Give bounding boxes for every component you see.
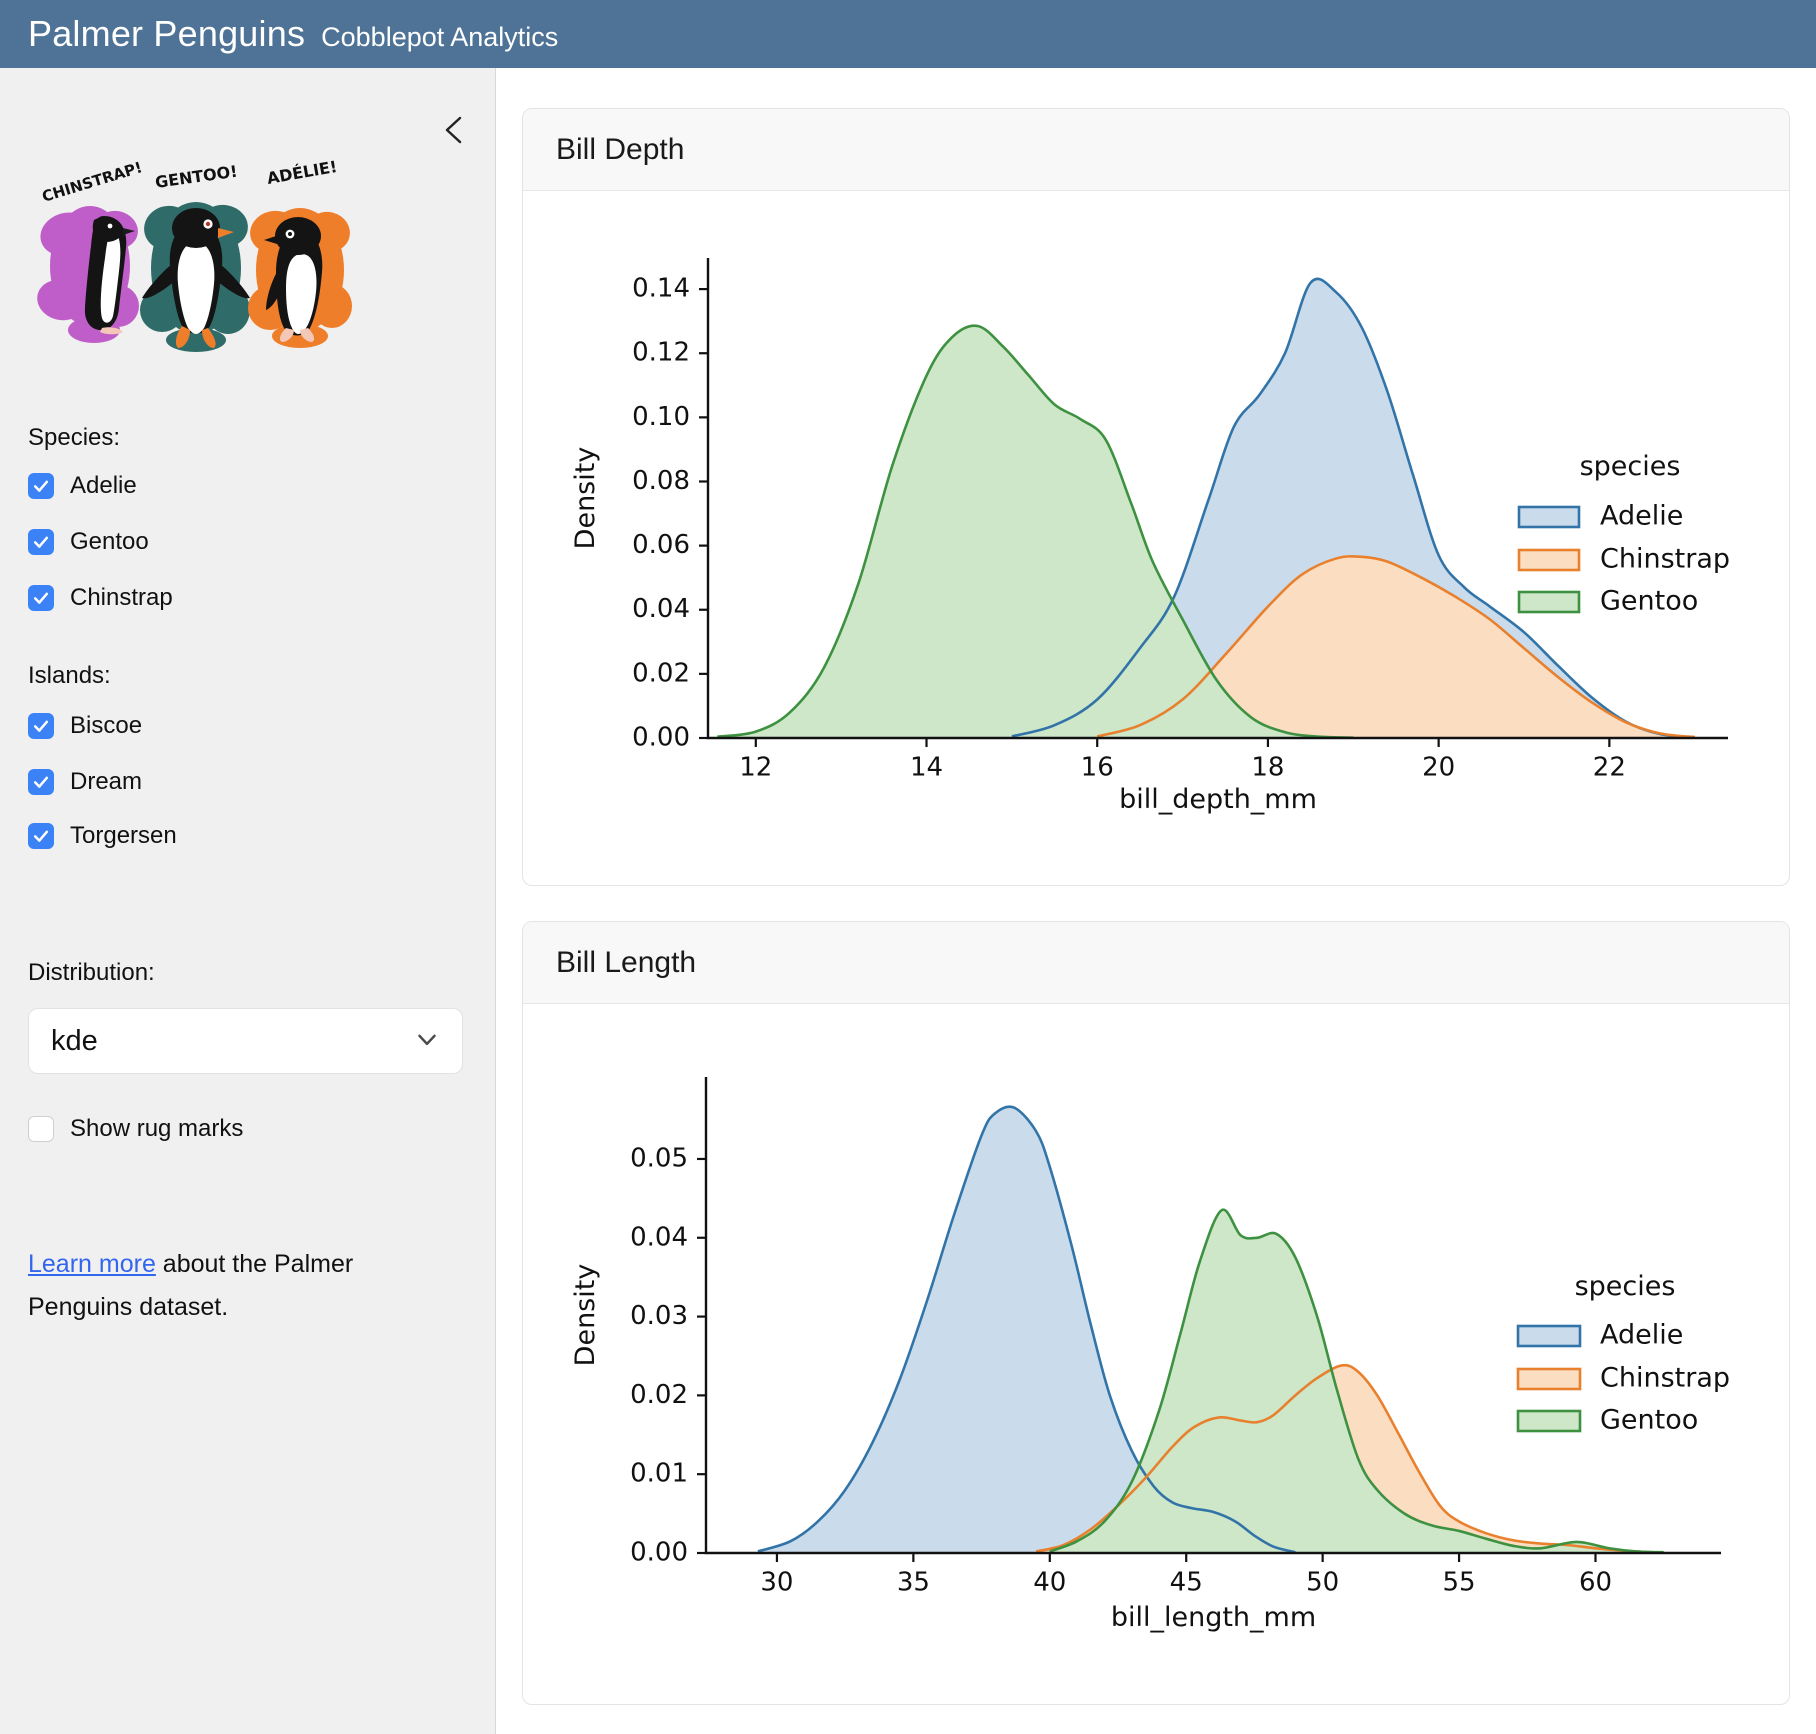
x-tick-label: 35 xyxy=(897,1568,930,1598)
y-tick-label: 0.12 xyxy=(632,338,690,368)
legend-swatch-gentoo xyxy=(1519,592,1579,612)
checkbox-adelie[interactable] xyxy=(28,473,54,499)
distribution-selected-value: kde xyxy=(51,1025,98,1058)
kde-plot-bill-depth[interactable]: 12 14 16 18 20 22 0.00 0.02 0.04 0.06 0.08 0.10 0.12… xyxy=(523,191,1789,886)
x-tick-label: 40 xyxy=(1033,1568,1066,1598)
legend-label-gentoo: Gentoo xyxy=(1600,1405,1698,1436)
checkbox-chinstrap[interactable] xyxy=(28,585,54,611)
y-tick-label: 0.02 xyxy=(632,658,690,688)
main-content: Bill Depth 12 14 16 18 20 22 0.00 0.02 0.04 0.06 0… xyxy=(496,68,1816,1734)
x-tick-label: 18 xyxy=(1251,753,1284,783)
checkbox-label-torgersen: Torgersen xyxy=(70,822,177,850)
y-tick-label: 0.03 xyxy=(630,1301,688,1331)
x-tick-label: 12 xyxy=(739,753,772,783)
legend-swatch-adelie xyxy=(1519,507,1579,527)
checkbox-biscoe[interactable] xyxy=(28,713,54,739)
checkbox-label-show-rug-marks: Show rug marks xyxy=(70,1115,243,1143)
x-tick-label: 16 xyxy=(1081,753,1114,783)
card-bill-length: Bill Length 30 35 40 45 50 55 60 0.00 0.01 0.02 0.… xyxy=(522,921,1790,1705)
app-header: Palmer Penguins Cobblepot Analytics xyxy=(0,0,1816,68)
y-tick-label: 0.00 xyxy=(630,1538,688,1568)
y-tick-label: 0.06 xyxy=(632,530,690,560)
x-tick-label: 22 xyxy=(1593,753,1626,783)
learn-more-link[interactable]: Learn more xyxy=(28,1250,156,1278)
x-tick-label: 20 xyxy=(1422,753,1455,783)
chevron-down-icon xyxy=(414,1026,440,1057)
checkbox-row-show-rug-marks[interactable]: Show rug marks xyxy=(28,1113,243,1145)
legend-swatch-gentoo xyxy=(1518,1411,1580,1431)
checkbox-label-gentoo: Gentoo xyxy=(70,528,149,556)
x-tick-label: 55 xyxy=(1443,1568,1476,1598)
app-body: CHINSTRAP! GENTOO! ADÉLIE! Species: Adel… xyxy=(0,68,1816,1734)
checkbox-row-dream[interactable]: Dream xyxy=(28,766,142,798)
card-header-bill-depth: Bill Depth xyxy=(523,109,1789,191)
y-axis-label: Density xyxy=(570,447,601,550)
checkbox-label-biscoe: Biscoe xyxy=(70,712,142,740)
card-body-bill-depth: 12 14 16 18 20 22 0.00 0.02 0.04 0.06 0.08 0.10 0.12… xyxy=(523,191,1789,886)
x-axis-label: bill_length_mm xyxy=(1111,1602,1316,1633)
y-tick-label: 0.05 xyxy=(630,1143,688,1173)
legend-label-chinstrap: Chinstrap xyxy=(1600,544,1730,575)
distribution-select[interactable]: kde xyxy=(28,1008,463,1074)
legend-label-adelie: Adelie xyxy=(1600,1320,1683,1351)
checkbox-dream[interactable] xyxy=(28,769,54,795)
y-tick-label: 0.10 xyxy=(632,402,690,432)
x-tick-label: 14 xyxy=(910,753,943,783)
artwork-label-adelie: ADÉLIE! xyxy=(265,158,338,188)
legend-label-chinstrap: Chinstrap xyxy=(1600,1363,1730,1394)
y-axis-label: Density xyxy=(570,1264,601,1367)
checkbox-row-biscoe[interactable]: Biscoe xyxy=(28,710,142,742)
artwork-label-gentoo: GENTOO! xyxy=(154,162,239,192)
artwork-label-chinstrap: CHINSTRAP! xyxy=(40,158,144,206)
legend-swatch-chinstrap xyxy=(1518,1369,1580,1389)
distribution-label: Distribution: xyxy=(28,959,155,987)
species-group-label: Species: xyxy=(28,424,120,452)
x-tick-label: 45 xyxy=(1170,1568,1203,1598)
checkbox-row-gentoo[interactable]: Gentoo xyxy=(28,526,149,558)
y-tick-label: 0.14 xyxy=(632,274,690,304)
checkbox-label-dream: Dream xyxy=(70,768,142,796)
legend-label-gentoo: Gentoo xyxy=(1600,586,1698,617)
y-tick-label: 0.04 xyxy=(632,594,690,624)
y-tick-label: 0.02 xyxy=(630,1380,688,1410)
checkbox-row-chinstrap[interactable]: Chinstrap xyxy=(28,582,173,614)
islands-group-label: Islands: xyxy=(28,662,111,690)
checkbox-label-adelie: Adelie xyxy=(70,472,137,500)
legend-title: species xyxy=(1575,1271,1676,1302)
checkbox-row-torgersen[interactable]: Torgersen xyxy=(28,820,177,852)
kde-plot-bill-length[interactable]: 30 35 40 45 50 55 60 0.00 0.01 0.02 0.03 0.04 0.05 De… xyxy=(523,1004,1789,1705)
app-title: Palmer Penguins xyxy=(28,13,305,55)
card-title-bill-length: Bill Length xyxy=(556,946,696,980)
checkbox-torgersen[interactable] xyxy=(28,823,54,849)
palmer-penguins-artwork: CHINSTRAP! GENTOO! ADÉLIE! xyxy=(28,158,358,358)
checkbox-gentoo[interactable] xyxy=(28,529,54,555)
y-tick-label: 0.08 xyxy=(632,466,690,496)
x-axis-label: bill_depth_mm xyxy=(1119,784,1317,815)
x-tick-label: 60 xyxy=(1579,1568,1612,1598)
y-tick-label: 0.00 xyxy=(632,723,690,753)
x-tick-label: 30 xyxy=(760,1568,793,1598)
legend-swatch-chinstrap xyxy=(1519,550,1579,570)
chevron-left-icon[interactable] xyxy=(436,110,476,150)
checkbox-label-chinstrap: Chinstrap xyxy=(70,584,173,612)
dataset-note: Learn more about the Palmer Penguins dat… xyxy=(28,1243,438,1329)
checkbox-show-rug-marks[interactable] xyxy=(28,1116,54,1142)
sidebar: CHINSTRAP! GENTOO! ADÉLIE! Species: Adel… xyxy=(0,68,496,1734)
legend-swatch-adelie xyxy=(1518,1326,1580,1346)
card-body-bill-length: 30 35 40 45 50 55 60 0.00 0.01 0.02 0.03 0.04 0.05 De… xyxy=(523,1004,1789,1705)
card-bill-depth: Bill Depth 12 14 16 18 20 22 0.00 0.02 0.04 0.06 0… xyxy=(522,108,1790,886)
card-title-bill-depth: Bill Depth xyxy=(556,133,684,167)
y-tick-label: 0.04 xyxy=(630,1222,688,1252)
card-header-bill-length: Bill Length xyxy=(523,922,1789,1004)
chinstrap-splash-blob xyxy=(33,206,142,343)
checkbox-row-adelie[interactable]: Adelie xyxy=(28,470,137,502)
legend-title: species xyxy=(1580,451,1681,482)
app-subtitle: Cobblepot Analytics xyxy=(321,22,558,53)
legend-label-adelie: Adelie xyxy=(1600,501,1683,532)
y-tick-label: 0.01 xyxy=(630,1459,688,1489)
x-tick-label: 50 xyxy=(1306,1568,1339,1598)
